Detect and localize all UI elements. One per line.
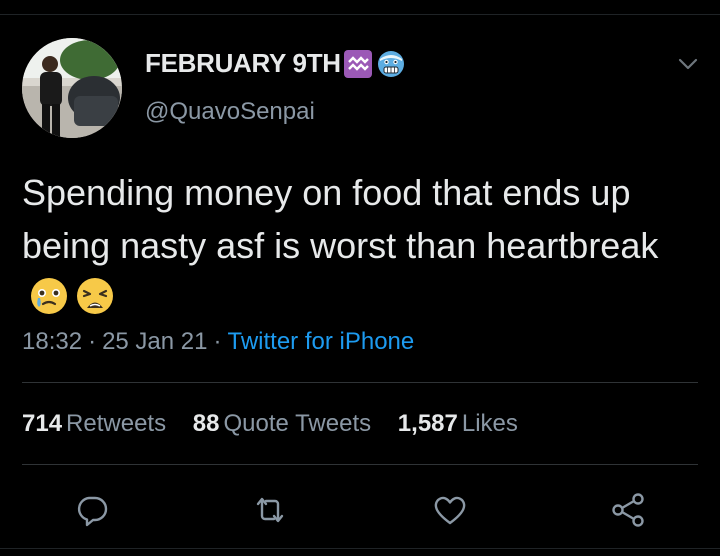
meta-separator: · [213,328,222,355]
weary-face-icon [74,275,116,317]
like-icon[interactable] [430,490,470,530]
quote-tweets-stat[interactable]: 88 Quote Tweets [193,410,371,437]
retweet-icon[interactable] [250,490,290,530]
display-name[interactable]: FEBRUARY 9TH [145,48,341,79]
tweet-date: 25 Jan 21 [102,328,208,355]
avatar[interactable] [22,38,122,138]
face-holding-back-tears-icon [28,275,70,317]
reply-icon[interactable] [72,490,112,530]
quote-tweets-label: Quote Tweets [223,410,372,437]
tweet-text: Spending money on food that ends up bein… [22,166,682,325]
meta-separator: · [88,328,97,355]
author-name-row[interactable]: FEBRUARY 9TH [145,48,406,79]
retweets-label: Retweets [66,410,167,437]
aquarius-icon [343,49,372,78]
chevron-down-icon[interactable] [674,52,702,76]
quote-tweets-count: 88 [192,410,220,437]
tweet-time: 18:32 [22,328,83,355]
tweet-text-body: Spending money on food that ends up bein… [22,172,659,266]
tweet-source-link[interactable]: Twitter for iPhone [227,328,414,355]
divider [22,382,698,383]
likes-count: 1,587 [397,410,458,437]
likes-label: Likes [461,410,518,437]
handle[interactable]: @QuavoSenpai [145,98,315,126]
divider [22,464,698,465]
tweet-meta: 18:32 · 25 Jan 21 · Twitter for iPhone [22,328,414,356]
likes-stat[interactable]: 1,587 Likes [398,410,518,437]
bottom-divider [0,548,720,549]
cold-face-icon [376,49,406,79]
retweets-stat[interactable]: 714 Retweets [22,410,166,437]
retweets-count: 714 [22,410,63,437]
share-icon[interactable] [608,490,648,530]
tweet-stats: 714 Retweets 88 Quote Tweets 1,587 Likes [22,410,538,438]
top-divider [0,14,720,15]
